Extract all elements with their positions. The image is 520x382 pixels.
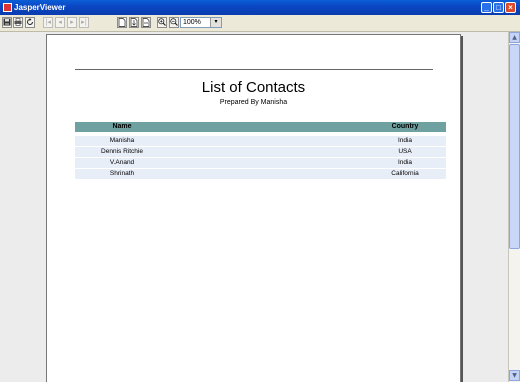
report-page: List of Contacts Prepared By Manisha Nam… (46, 34, 461, 382)
maximize-button[interactable]: □ (493, 2, 504, 13)
table-row: Dennis Ritchie USA (75, 147, 446, 157)
floppy-disk-icon (3, 18, 11, 26)
actual-size-button[interactable] (117, 17, 127, 28)
zoom-value: 100% (183, 19, 201, 26)
close-button[interactable]: × (505, 2, 516, 13)
fit-page-icon (130, 18, 138, 27)
previous-page-button[interactable]: ◂ (55, 17, 65, 28)
cell-country: India (397, 159, 413, 166)
zoom-out-icon (170, 18, 178, 26)
cell-country: California (391, 170, 419, 177)
last-page-button[interactable]: ▸| (79, 17, 89, 28)
page-icon (118, 18, 126, 27)
fit-page-button[interactable] (129, 17, 139, 28)
print-button[interactable] (13, 17, 23, 28)
table-header: Name Country (75, 122, 446, 132)
report-subtitle: Prepared By Manisha (219, 99, 288, 106)
window-title: JasperViewer (14, 3, 66, 12)
title-bar: JasperViewer _ □ × (0, 0, 520, 15)
viewer-toolbar: |◂ ◂ ▸ ▸| 100% ▾ (0, 15, 520, 32)
contacts-table: Name Country Manisha India Dennis Ritchi… (75, 122, 446, 179)
scroll-down-arrow[interactable]: ▼ (509, 370, 520, 381)
chevron-down-icon[interactable]: ▾ (210, 18, 221, 27)
scroll-thumb[interactable] (509, 44, 520, 249)
fit-width-button[interactable] (141, 17, 151, 28)
reload-icon (27, 18, 33, 25)
cell-name: Dennis Ritchie (101, 148, 143, 155)
java-app-icon (3, 3, 12, 12)
table-row: V.Anand India (75, 158, 446, 168)
cell-country: India (397, 137, 413, 144)
next-page-button[interactable]: ▸ (67, 17, 77, 28)
report-title: List of Contacts (201, 79, 306, 96)
scroll-up-arrow[interactable]: ▲ (509, 32, 520, 43)
reload-button[interactable] (25, 17, 35, 28)
table-row: Manisha India (75, 136, 446, 146)
first-page-button[interactable]: |◂ (43, 17, 53, 28)
title-divider (75, 69, 433, 70)
cell-country: USA (398, 148, 412, 155)
cell-name: V.Anand (109, 159, 135, 166)
fit-width-icon (142, 18, 150, 27)
zoom-combo[interactable]: 100% ▾ (180, 17, 222, 28)
cell-name: Shrinath (109, 170, 135, 177)
page-number-field[interactable] (91, 17, 113, 28)
column-header-name: Name (112, 123, 132, 130)
vertical-scrollbar[interactable]: ▲ ▼ (508, 32, 520, 382)
column-header-country: Country (391, 123, 419, 130)
cell-name: Manisha (109, 137, 135, 144)
table-row: Shrinath California (75, 169, 446, 179)
zoom-in-icon (158, 18, 166, 26)
minimize-button[interactable]: _ (481, 2, 492, 13)
save-button[interactable] (2, 17, 12, 28)
printer-icon (14, 18, 22, 26)
zoom-out-button[interactable] (169, 17, 179, 28)
zoom-in-button[interactable] (157, 17, 167, 28)
report-viewer-area: List of Contacts Prepared By Manisha Nam… (0, 32, 508, 382)
